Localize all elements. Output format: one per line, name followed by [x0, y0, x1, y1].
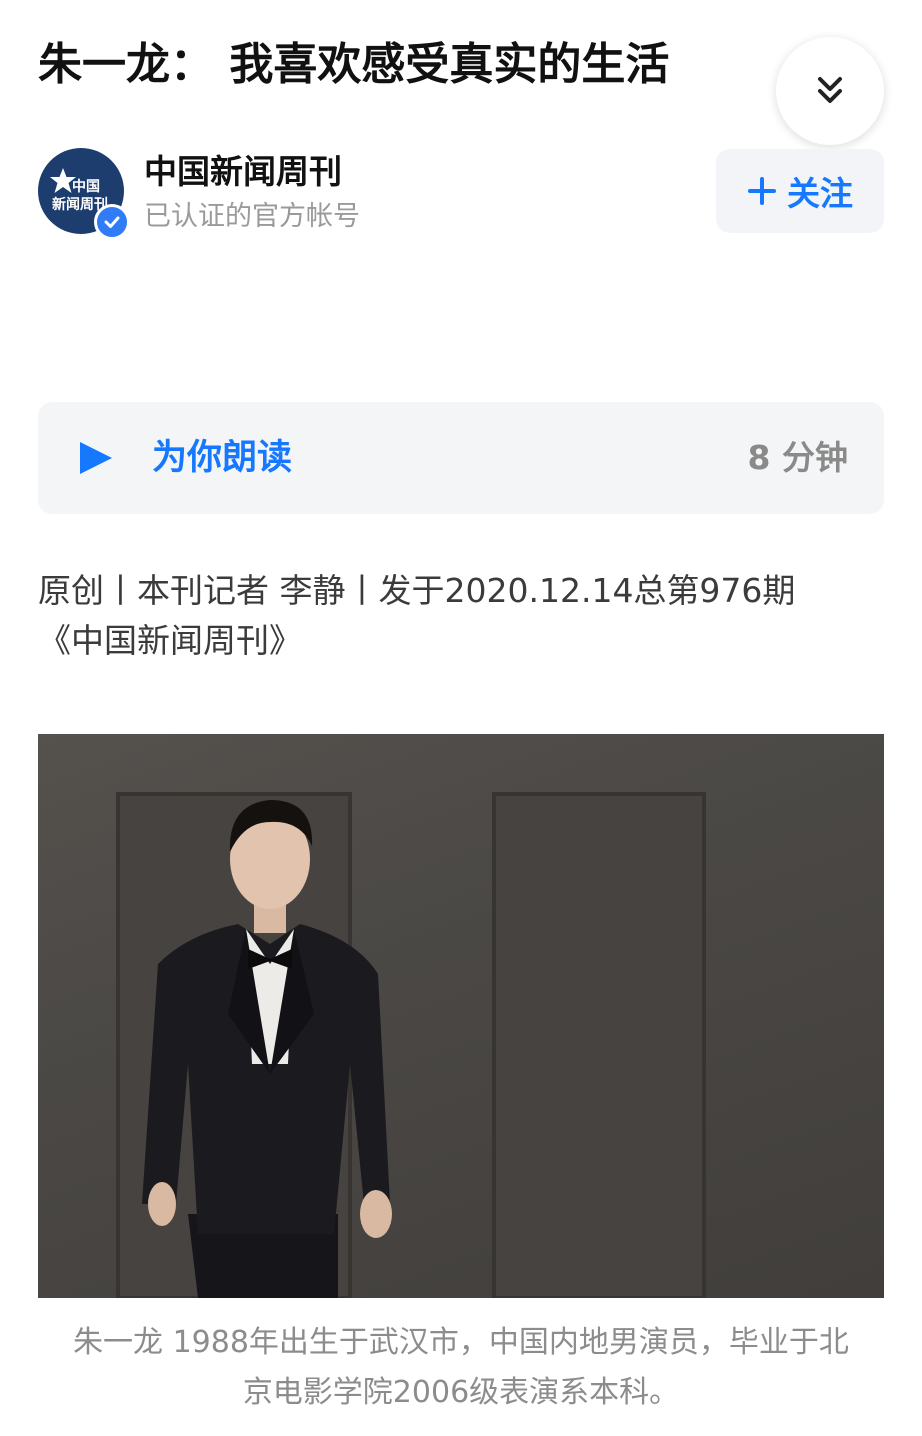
double-chevron-down-icon	[818, 77, 842, 103]
portrait-illustration	[38, 734, 884, 1298]
meta-line-source: 《中国新闻周刊》	[38, 621, 302, 660]
read-duration: 8 分钟	[747, 438, 848, 477]
avatar-logo-line1: 中国	[72, 179, 100, 195]
follow-button[interactable]: 关注	[716, 149, 884, 233]
photo-caption: 朱一龙 1988年出生于武汉市，中国内地男演员，毕业于北京电影学院2006级表演…	[73, 1325, 849, 1410]
article-title: 朱一龙： 我喜欢感受真实的生活	[38, 39, 670, 90]
meta-line-byline: 原创丨本刊记者 李静丨发于2020.12.14总第976期	[38, 571, 796, 610]
plus-icon	[748, 177, 776, 205]
author-bar: 中国 新闻周刊 中国新闻周刊 已认证的官方帐号 关注	[38, 148, 884, 240]
read-aloud-label: 为你朗读	[152, 438, 293, 478]
author-name[interactable]: 中国新闻周刊	[144, 150, 342, 194]
article-page: 朱一龙： 我喜欢感受真实的生活 中国 新闻周刊 中国新闻周刊 已认证的官方帐号	[0, 0, 922, 1436]
follow-label: 关注	[787, 174, 853, 213]
article-meta: 原创丨本刊记者 李静丨发于2020.12.14总第976期 《中国新闻周刊》	[38, 566, 884, 666]
collapse-button[interactable]	[776, 37, 884, 145]
article-photo[interactable]	[38, 734, 884, 1298]
verified-badge	[94, 204, 130, 240]
author-verification-text: 已认证的官方帐号	[144, 201, 360, 232]
play-icon	[80, 442, 112, 474]
check-icon	[104, 216, 120, 228]
read-aloud-bar[interactable]: 为你朗读 8 分钟	[38, 402, 884, 514]
